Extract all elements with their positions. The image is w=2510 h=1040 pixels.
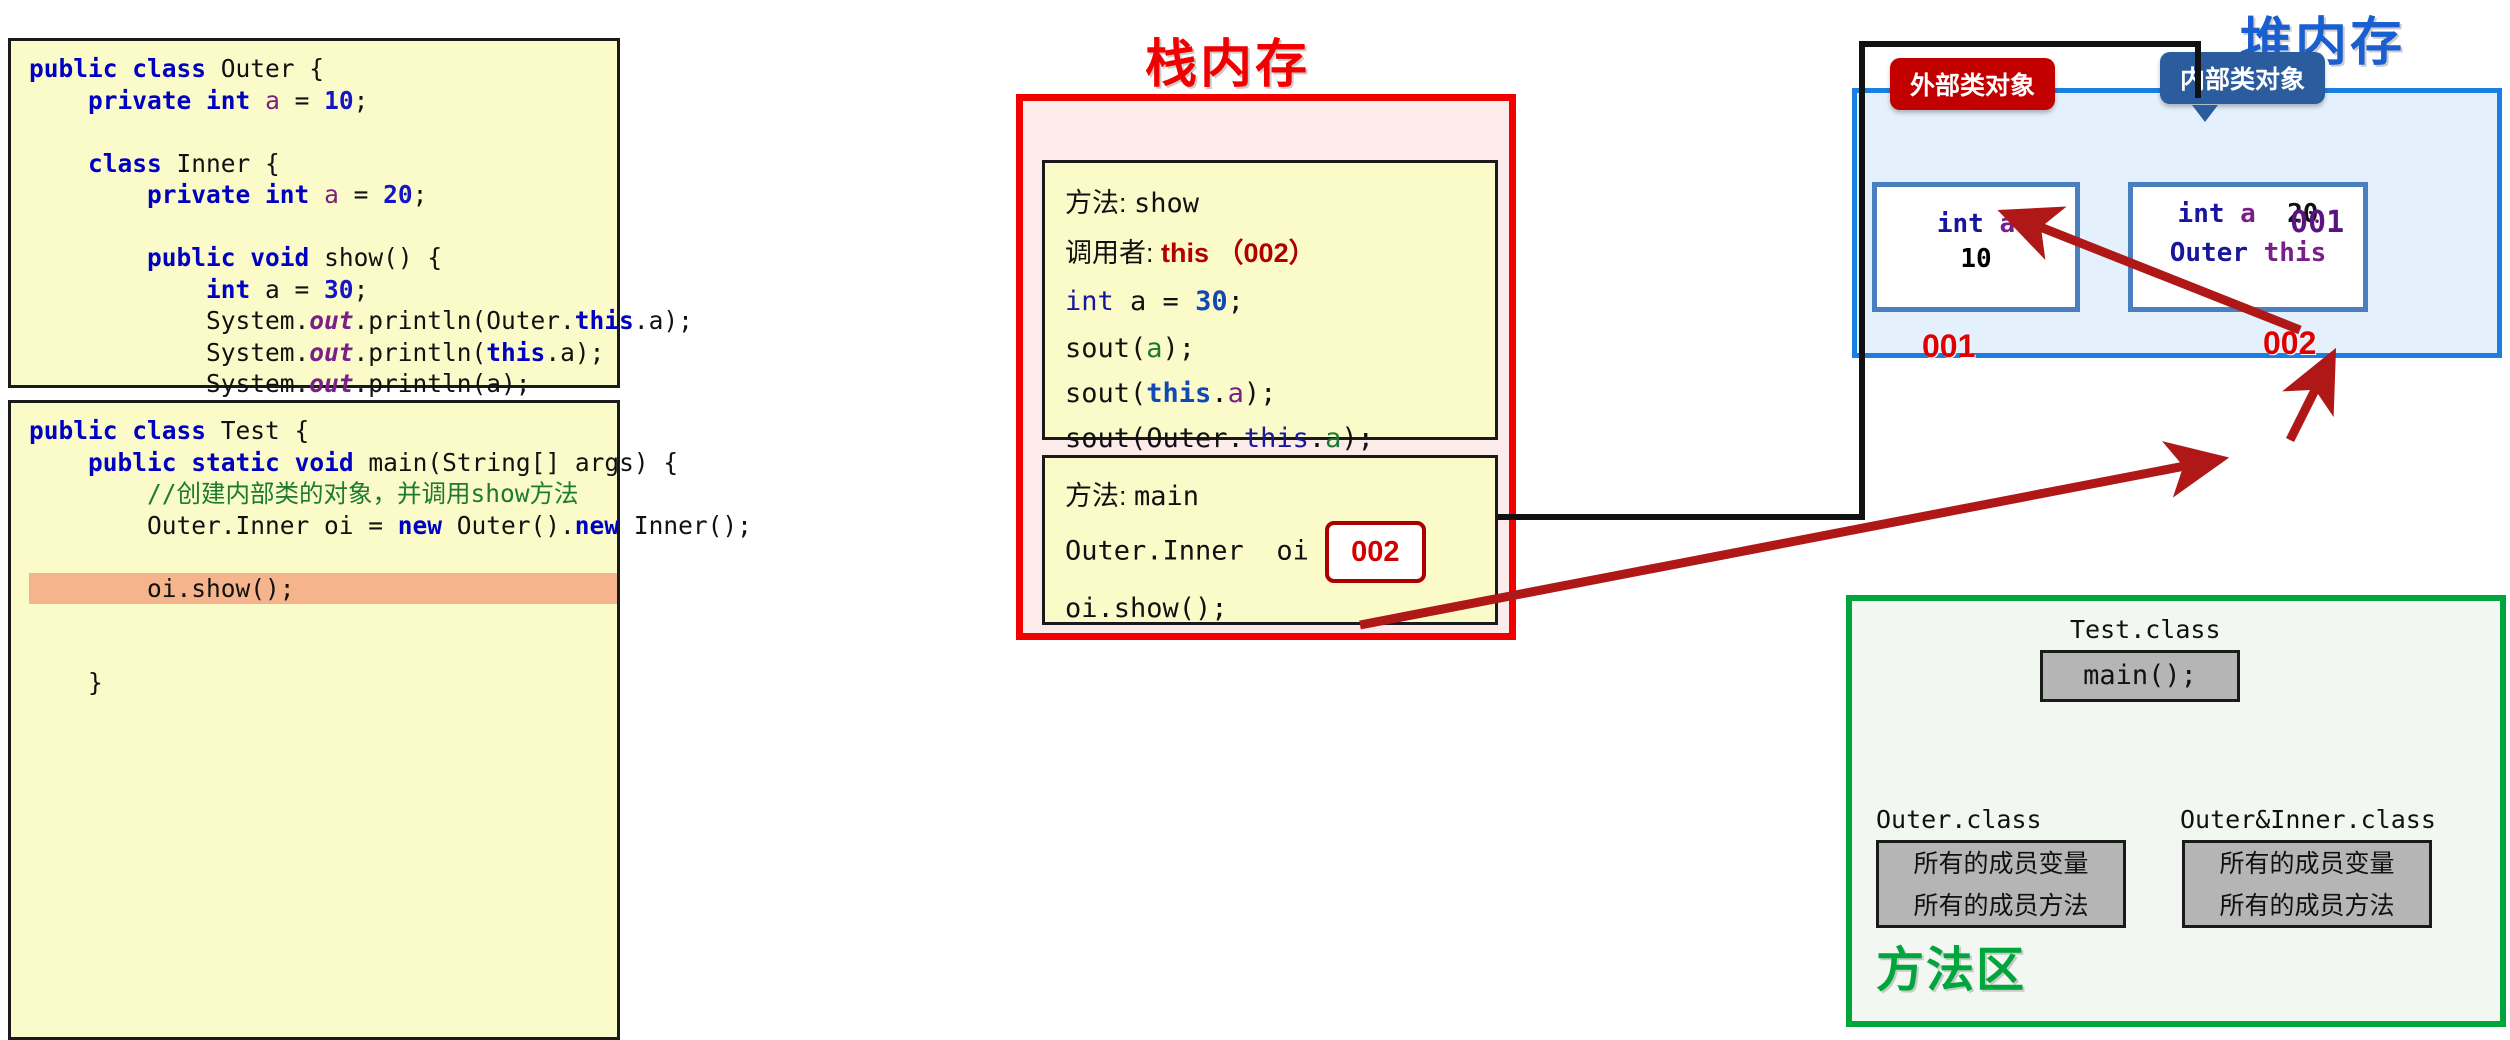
- code-line-comment: //创建内部类的对象，并调用show方法: [147, 479, 579, 508]
- class-label-test: Test.class: [2070, 615, 2221, 644]
- outer-field-value: 10: [1960, 244, 1992, 274]
- class-label-outer-inner: Outer&Inner.class: [2180, 805, 2436, 834]
- code-line: }: [29, 668, 103, 697]
- stack-frame-main: 方法: main Outer.Inner oi 002 oi.show();: [1042, 455, 1498, 625]
- method-entry-methods: 所有的成员方法: [1913, 892, 2089, 920]
- code-line: public static void main(String[] args) {: [88, 447, 679, 477]
- code-line: public class Outer {: [29, 54, 325, 83]
- heap-address-001: 001: [1922, 328, 1976, 364]
- frame-show-line: sout(this.a);: [1065, 378, 1277, 409]
- method-box-main: main();: [2040, 650, 2240, 702]
- method-entry-methods: 所有的成员方法: [2219, 892, 2395, 920]
- heap-address-002: 002: [2263, 325, 2317, 361]
- code-line: class Inner {: [88, 148, 280, 178]
- frame-main-var: Outer.Inner oi 002: [1065, 521, 1495, 583]
- address-value-box: 002: [1325, 521, 1426, 583]
- code-line: public void show() {: [147, 243, 443, 272]
- code-line: private int a = 10;: [88, 85, 369, 115]
- code-line-highlighted: oi.show();: [29, 572, 617, 604]
- code-line: System.out.println(a);: [29, 369, 531, 398]
- stack-frame-show: 方法: show 调用者: this （002） int a = 30; sou…: [1042, 160, 1498, 454]
- method-area-title: 方法区: [1876, 944, 2027, 997]
- frame-main-method: 方法: main: [1065, 481, 1200, 512]
- code-line: System.out.println(this.a);: [29, 337, 605, 367]
- code-line: int a = 30;: [206, 274, 369, 304]
- class-label-outer: Outer.class: [1876, 805, 2042, 834]
- heap-object-inner: int a 20 Outer this: [2128, 182, 2368, 312]
- outer-field-decl: int a: [1936, 209, 2016, 239]
- code-line: private int a = 20;: [147, 180, 428, 209]
- code-block-outer: public class Outer { private int a = 10;…: [8, 38, 693, 493]
- frame-show-line: sout(a);: [1065, 333, 1196, 364]
- frame-show-caller: 调用者: this （002）: [1065, 238, 1316, 268]
- frame-show-method: 方法: show: [1065, 188, 1200, 219]
- inner-ref-decl: Outer this: [2169, 238, 2327, 268]
- code-line: System.out.println(Outer.this.a);: [29, 306, 693, 335]
- code-line: Outer.Inner oi = new Outer().new Inner()…: [29, 510, 752, 540]
- frame-show-line: int a = 30;: [1065, 286, 1244, 317]
- inner-ref-value: 001: [2290, 205, 2345, 240]
- code-body-test: public class Test { public static void m…: [11, 403, 752, 699]
- outer-object-tag: 外部类对象: [1890, 58, 2056, 110]
- method-entry-fields: 所有的成员变量: [2219, 850, 2395, 878]
- inner-object-tag: 内部类对象: [2160, 52, 2326, 104]
- heap-object-outer: int a 10: [1872, 182, 2080, 312]
- method-entry-main: main();: [2083, 660, 2197, 691]
- method-box-outer-inner: 所有的成员变量 所有的成员方法: [2182, 840, 2432, 928]
- stack-memory-title: 栈内存: [1145, 36, 1311, 94]
- method-box-outer: 所有的成员变量 所有的成员方法: [1876, 840, 2126, 928]
- inner-object-tag-pointer: [2192, 105, 2218, 122]
- code-line: public class Test {: [29, 416, 310, 445]
- code-block-test: public class Test { public static void m…: [8, 400, 752, 1040]
- arrow-002-to-inner-this: [2282, 347, 2337, 443]
- frame-main-call: oi.show();: [1065, 593, 1228, 624]
- method-entry-fields: 所有的成员变量: [1913, 850, 2089, 878]
